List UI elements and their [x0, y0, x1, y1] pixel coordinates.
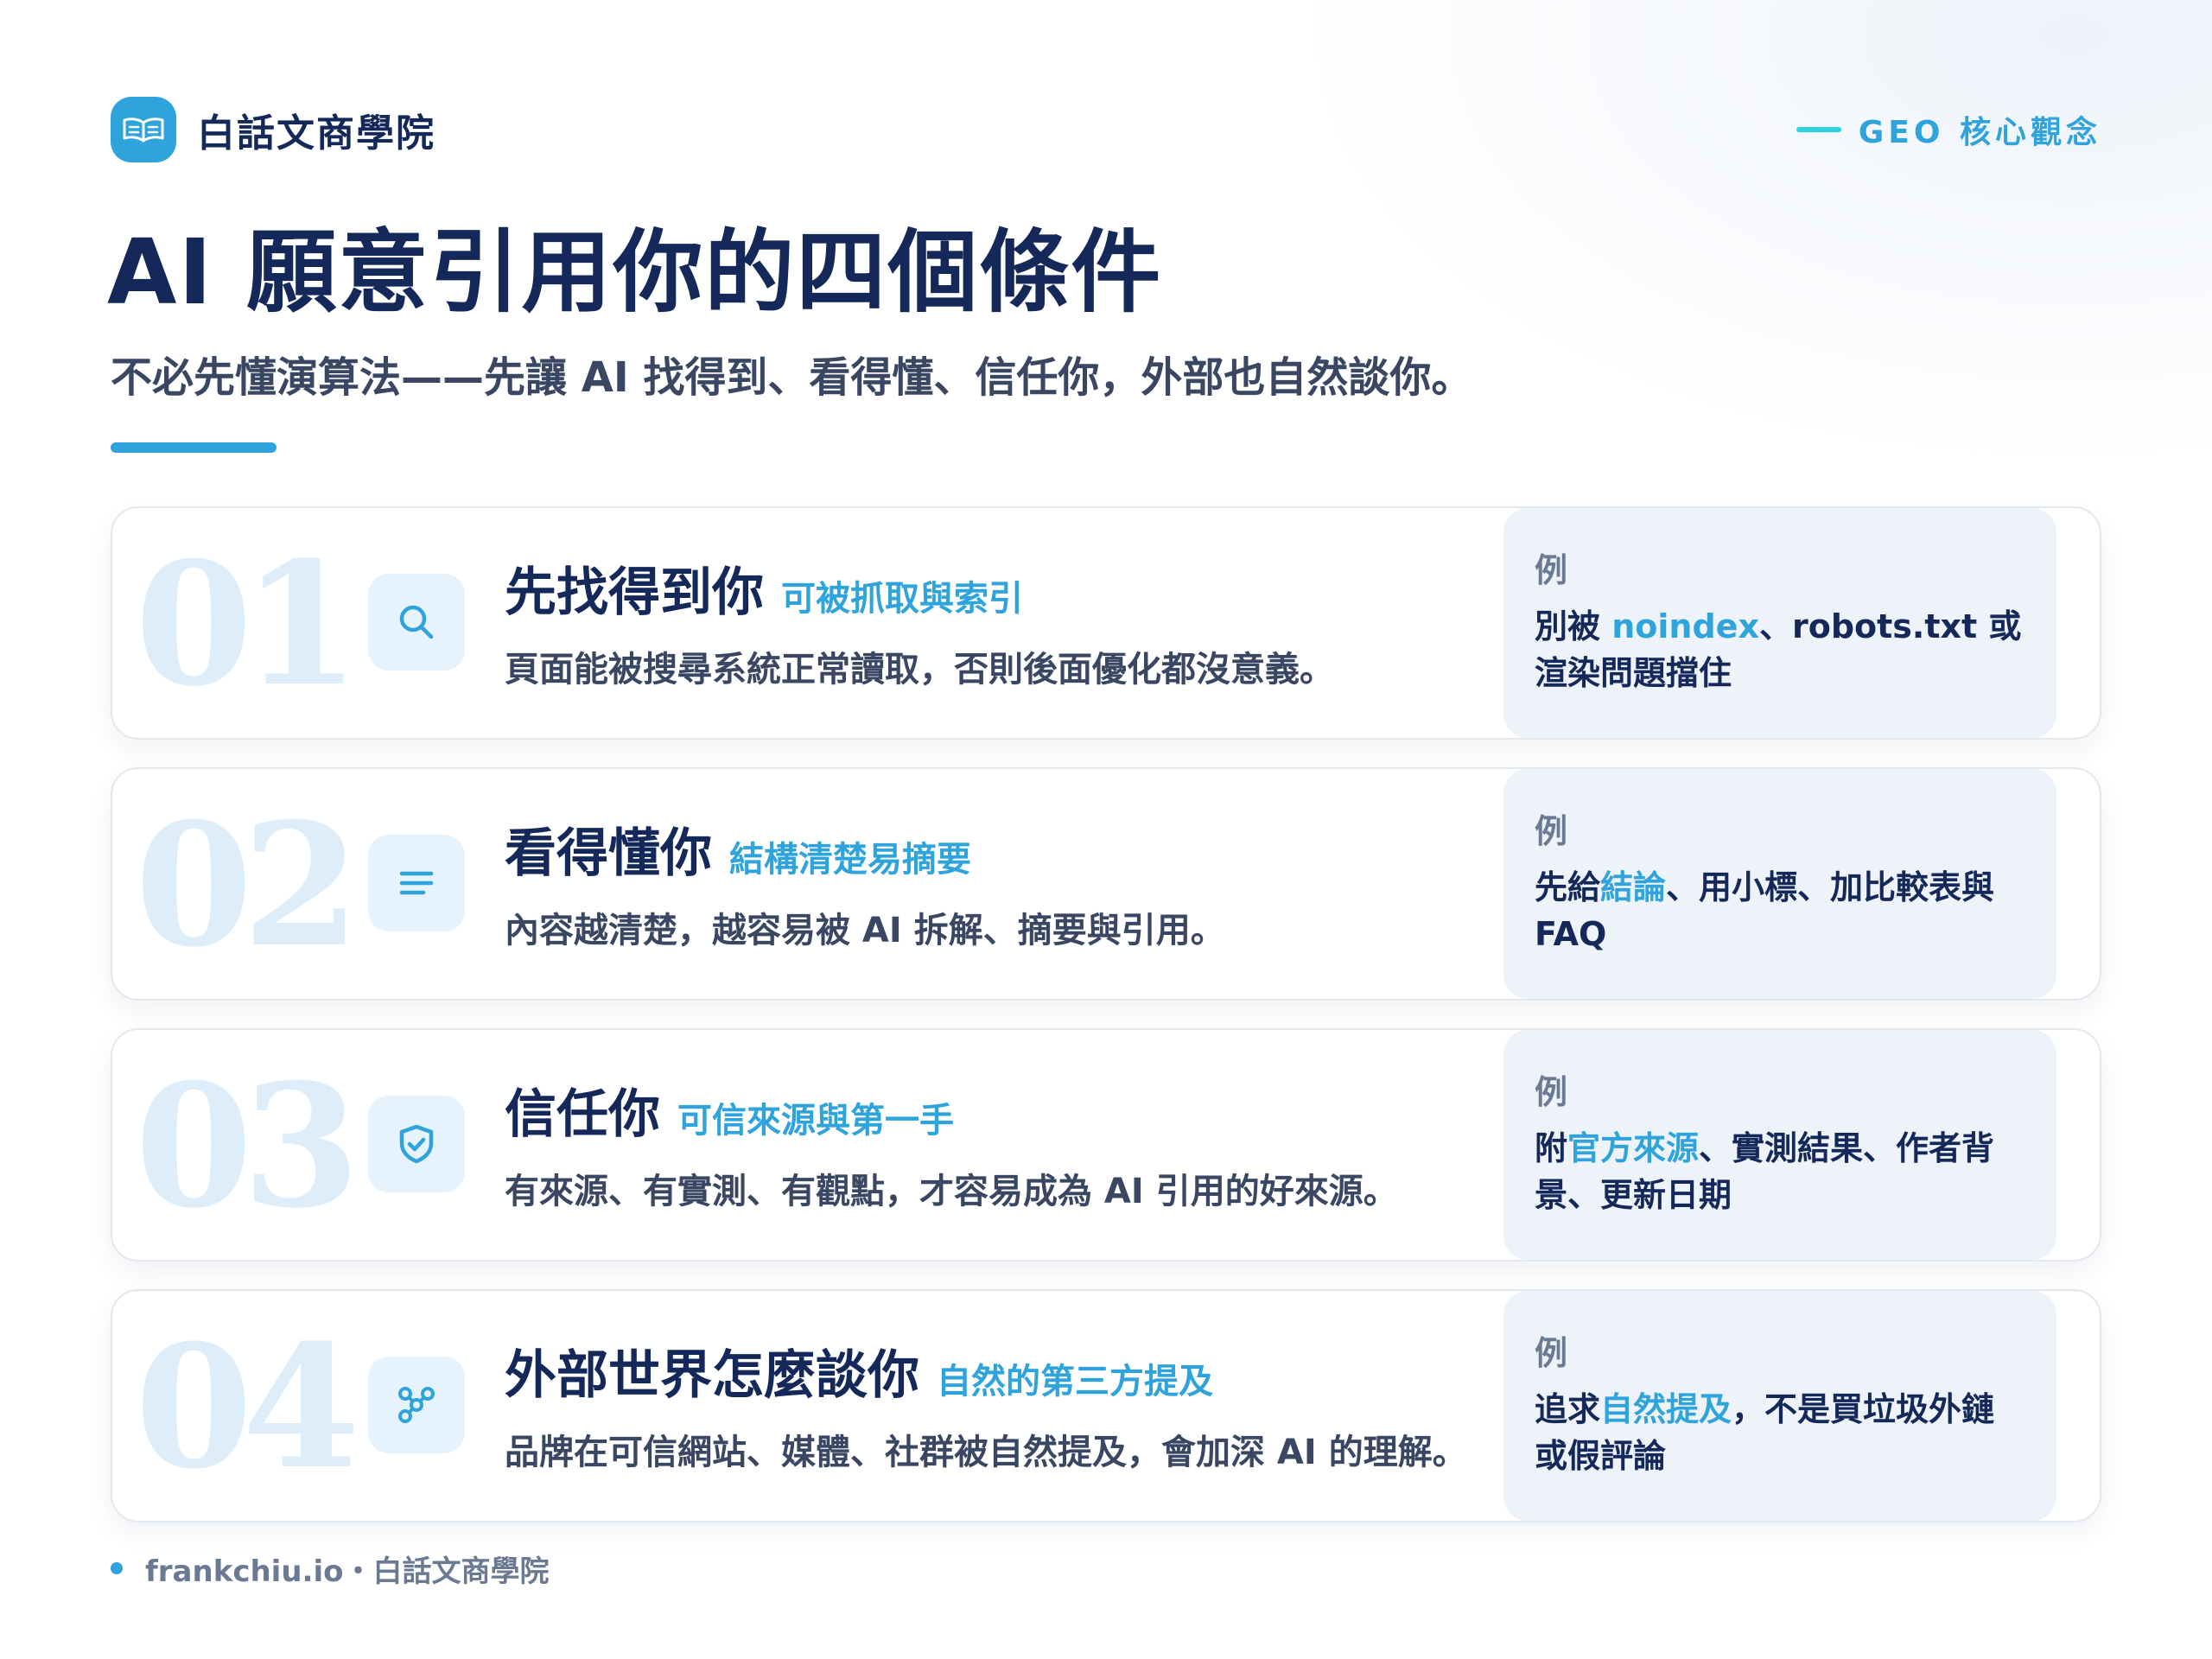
- example-label: 例: [1535, 1334, 1568, 1372]
- condition-card-2: 02 看得懂你 結構清楚易摘要 內容越清楚，越容易被 AI 拆解、摘要與引用。 …: [111, 767, 2101, 1001]
- card-title-row: 信任你 可信來源與第一手: [505, 1080, 954, 1155]
- example-text: 別被 noindex、robots.txt 或渲染問題擋住: [1535, 603, 2027, 696]
- open-book-logo-icon: [111, 97, 176, 162]
- condition-card-1: 01 先找得到你 可被抓取與索引 頁面能被搜尋系統正常讀取，否則後面優化都沒意義…: [111, 506, 2101, 740]
- example-text-pre: 別被: [1535, 607, 1612, 645]
- page-subtitle: 不必先懂演算法——先讓 AI 找得到、看得懂、信任你，外部也自然談你。: [111, 353, 1473, 402]
- example-panel: 例 追求自然提及，不是買垃圾外鏈或假評論: [1503, 1291, 2056, 1521]
- topic-text: GEO 核心觀念: [1858, 115, 2101, 150]
- card-tag: 可被抓取與索引: [781, 579, 1023, 619]
- example-highlight: 官方來源: [1567, 1129, 1700, 1167]
- search-icon: [368, 574, 465, 671]
- card-description: 有來源、有實測、有觀點，才容易成為 AI 引用的好來源。: [505, 1172, 1398, 1211]
- example-text: 先給結論、用小標、加比較表與 FAQ: [1535, 864, 2027, 957]
- condition-card-4: 04 外部世界怎麼談你 自然的第三方提及 品牌在可信網站、媒體、社群被自然提及，…: [111, 1289, 2101, 1522]
- card-tag: 結構清楚易摘要: [729, 840, 971, 880]
- card-description: 內容越清楚，越容易被 AI 拆解、摘要與引用。: [505, 911, 1225, 950]
- example-label: 例: [1535, 1073, 1568, 1111]
- example-highlight: noindex: [1611, 607, 1759, 645]
- example-text-pre: 先給: [1535, 868, 1601, 906]
- page-title: AI 願意引用你的四個條件: [107, 219, 1163, 325]
- card-tag: 可信來源與第一手: [677, 1101, 954, 1141]
- footer: frankchiu.io・白話文商學院: [111, 1547, 549, 1590]
- brand-name: 白話文商學院: [197, 111, 435, 156]
- example-highlight: 結論: [1600, 868, 1667, 906]
- card-title-row: 先找得到你 可被抓取與索引: [505, 558, 1023, 633]
- card-title: 信任你: [505, 1084, 660, 1145]
- card-tag: 自然的第三方提及: [937, 1362, 1213, 1402]
- example-panel: 例 先給結論、用小標、加比較表與 FAQ: [1503, 769, 2056, 999]
- topic-line: [1796, 127, 1841, 132]
- shield-check-icon: [368, 1096, 465, 1192]
- example-panel: 例 別被 noindex、robots.txt 或渲染問題擋住: [1503, 508, 2056, 738]
- card-description: 品牌在可信網站、媒體、社群被自然提及，會加深 AI 的理解。: [505, 1433, 1467, 1472]
- brand: 白話文商學院: [111, 97, 435, 162]
- card-number: 04: [135, 1308, 360, 1507]
- example-highlight: 自然提及: [1600, 1390, 1732, 1428]
- card-number: 02: [135, 786, 360, 985]
- example-panel: 例 附官方來源、實測結果、作者背景、更新日期: [1503, 1030, 2056, 1260]
- example-text: 追求自然提及，不是買垃圾外鏈或假評論: [1535, 1386, 2027, 1479]
- footer-dot: [111, 1562, 123, 1574]
- condition-card-3: 03 信任你 可信來源與第一手 有來源、有實測、有觀點，才容易成為 AI 引用的…: [111, 1028, 2101, 1262]
- network-icon: [368, 1357, 465, 1453]
- card-description: 頁面能被搜尋系統正常讀取，否則後面優化都沒意義。: [505, 650, 1334, 690]
- card-title-row: 外部世界怎麼談你 自然的第三方提及: [505, 1341, 1213, 1416]
- example-text-pre: 追求: [1535, 1390, 1601, 1428]
- example-label: 例: [1535, 812, 1568, 850]
- card-title-row: 看得懂你 結構清楚易摘要: [505, 819, 971, 894]
- accent-divider: [111, 442, 276, 453]
- example-text-pre: 附: [1535, 1129, 1568, 1167]
- example-label: 例: [1535, 551, 1568, 589]
- card-title: 先找得到你: [505, 563, 764, 623]
- example-text: 附官方來源、實測結果、作者背景、更新日期: [1535, 1125, 2027, 1218]
- footer-text: frankchiu.io・白話文商學院: [145, 1554, 550, 1589]
- card-title: 看得懂你: [505, 823, 712, 884]
- card-number: 01: [135, 525, 360, 724]
- card-number: 03: [135, 1047, 360, 1246]
- topic-label: GEO 核心觀念: [1796, 109, 2101, 150]
- lines-icon: [368, 835, 465, 931]
- card-title: 外部世界怎麼談你: [505, 1345, 919, 1406]
